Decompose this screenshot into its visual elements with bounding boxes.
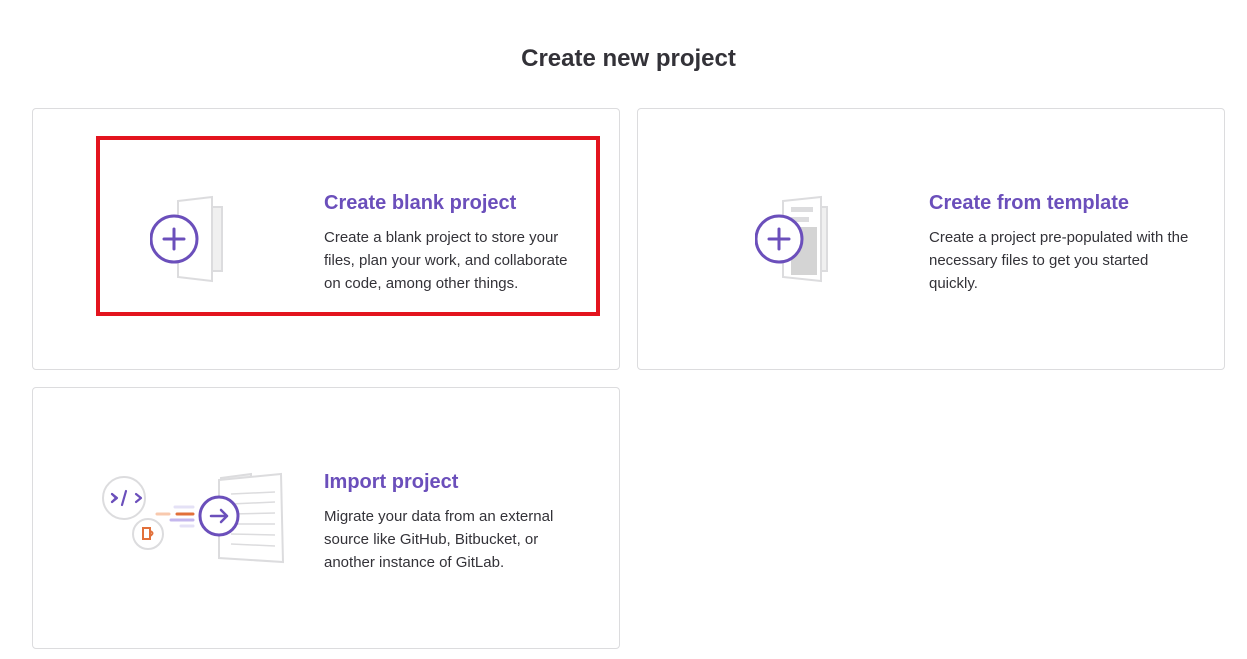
import-card-text: Import project Migrate your data from an… [324, 469, 586, 574]
create-from-template-card[interactable]: Create from template Create a project pr… [637, 108, 1225, 370]
page-title: Create new project [521, 45, 736, 72]
blank-card-description: Create a blank project to store your fil… [324, 229, 568, 292]
template-card-title[interactable]: Create from template [929, 190, 1191, 216]
page: Create new project Create blank project … [0, 0, 1247, 659]
template-project-plus-icon [755, 195, 828, 283]
import-card-title[interactable]: Import project [324, 469, 586, 495]
import-card-description: Migrate your data from an external sourc… [324, 508, 554, 571]
template-card-text: Create from template Create a project pr… [929, 190, 1191, 295]
import-project-card[interactable]: Import project Migrate your data from an… [32, 387, 620, 649]
create-blank-project-card[interactable]: Create blank project Create a blank proj… [32, 108, 620, 370]
blank-card-title[interactable]: Create blank project [324, 190, 586, 216]
template-card-description: Create a project pre-populated with the … [929, 229, 1189, 292]
blank-project-plus-icon [150, 195, 223, 283]
import-project-arrow-icon [102, 472, 285, 564]
blank-card-text: Create blank project Create a blank proj… [324, 190, 586, 295]
